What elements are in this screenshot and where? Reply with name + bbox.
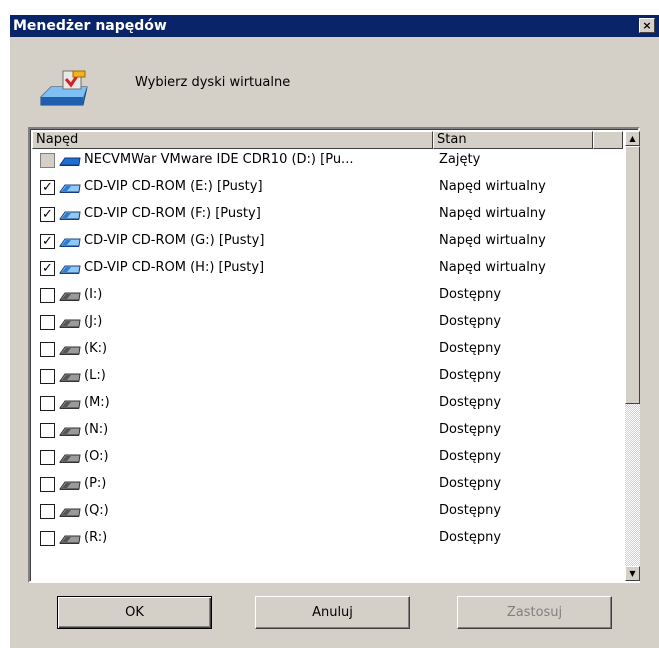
drive-checkbox[interactable] <box>40 369 55 384</box>
scroll-up-button[interactable]: ▲ <box>625 131 640 146</box>
drive-row[interactable]: (P:) Dostępny <box>32 473 624 500</box>
drive-checkbox[interactable]: ✓ <box>40 261 55 276</box>
drive-label: (L:) <box>84 368 106 383</box>
drive-manager-window: Menedżer napędów × Wybierz dyski wirtual… <box>10 15 659 648</box>
empty-drive-icon <box>59 535 81 544</box>
virtual-cd-drive-icon <box>59 265 81 274</box>
virtual-cd-drive-icon <box>59 238 81 247</box>
cancel-button[interactable]: Anuluj <box>255 596 410 629</box>
drive-state: Napęd wirtualny <box>439 206 546 221</box>
drive-row[interactable]: (L:) Dostępny <box>32 365 624 392</box>
close-button[interactable]: × <box>639 18 655 33</box>
drive-checkbox[interactable] <box>40 288 55 303</box>
ok-button[interactable]: OK <box>57 596 212 629</box>
column-header-filler <box>593 131 623 149</box>
virtual-drive-icon <box>40 70 88 106</box>
scroll-thumb[interactable] <box>625 146 640 404</box>
drive-row[interactable]: (I:) Dostępny <box>32 284 624 311</box>
drive-row[interactable]: NECVMWar VMware IDE CDR10 (D:) [Pu... Zaj… <box>32 149 624 176</box>
drive-label: (N:) <box>84 422 109 437</box>
empty-drive-icon <box>59 481 81 490</box>
drive-label: (O:) <box>84 449 109 464</box>
vertical-scrollbar[interactable]: ▲ ▼ <box>625 131 640 581</box>
empty-drive-icon <box>59 508 81 517</box>
drive-checkbox[interactable] <box>40 477 55 492</box>
drive-state: Dostępny <box>439 341 502 356</box>
drive-checkbox[interactable] <box>40 531 55 546</box>
window-title: Menedżer napędów <box>13 18 167 34</box>
drive-label: (K:) <box>84 341 108 356</box>
drive-row[interactable]: (Q:) Dostępny <box>32 500 624 527</box>
drive-label: CD-VIP CD-ROM (H:) [Pusty] <box>84 260 265 275</box>
drive-state: Dostępny <box>439 314 502 329</box>
drive-label: (M:) <box>84 395 110 410</box>
drive-label: (R:) <box>84 530 108 545</box>
drive-state: Dostępny <box>439 449 502 464</box>
empty-drive-icon <box>59 427 81 436</box>
drive-checkbox[interactable] <box>40 450 55 465</box>
drive-state: Napęd wirtualny <box>439 179 546 194</box>
drive-state: Dostępny <box>439 422 502 437</box>
drive-label: CD-VIP CD-ROM (E:) [Pusty] <box>84 179 263 194</box>
physical-cd-drive-icon <box>59 157 81 166</box>
drive-label: (I:) <box>84 287 103 302</box>
drive-row[interactable]: (O:) Dostępny <box>32 446 624 473</box>
virtual-cd-drive-icon <box>59 184 81 193</box>
column-header-drive[interactable]: Napęd <box>32 131 433 149</box>
title-bar[interactable]: Menedżer napędów × <box>10 15 659 37</box>
drive-checkbox[interactable]: ✓ <box>40 207 55 222</box>
drive-state: Dostępny <box>439 530 502 545</box>
drive-checkbox[interactable]: ✓ <box>40 180 55 195</box>
column-header-state[interactable]: Stan <box>433 131 593 149</box>
drive-label: (Q:) <box>84 503 109 518</box>
drive-checkbox[interactable] <box>40 315 55 330</box>
drive-row[interactable]: ✓ CD-VIP CD-ROM (F:) [Pusty] Napęd wirtual… <box>32 203 624 230</box>
apply-button[interactable]: Zastosuj <box>457 596 612 629</box>
empty-drive-icon <box>59 400 81 409</box>
drive-state: Napęd wirtualny <box>439 260 546 275</box>
drive-checkbox[interactable] <box>40 396 55 411</box>
drive-row[interactable]: ✓ CD-VIP CD-ROM (G:) [Pusty] Napęd wirtual… <box>32 230 624 257</box>
scroll-down-button[interactable]: ▼ <box>625 566 640 581</box>
empty-drive-icon <box>59 292 81 301</box>
drive-row[interactable]: (K:) Dostępny <box>32 338 624 365</box>
drive-state: Zajęty <box>439 152 481 167</box>
drive-state: Dostępny <box>439 287 502 302</box>
drive-row[interactable]: (N:) Dostępny <box>32 419 624 446</box>
drive-state: Napęd wirtualny <box>439 233 546 248</box>
virtual-cd-drive-icon <box>59 211 81 220</box>
drive-checkbox[interactable] <box>40 342 55 357</box>
drive-list[interactable]: Napęd Stan NECVMWar VMware IDE CDR10 (D:… <box>28 127 640 583</box>
drive-row[interactable]: ✓ CD-VIP CD-ROM (E:) [Pusty] Napęd wirtual… <box>32 176 624 203</box>
drive-checkbox[interactable] <box>40 504 55 519</box>
drive-row[interactable]: ✓ CD-VIP CD-ROM (H:) [Pusty] Napęd wirtual… <box>32 257 624 284</box>
drive-label: CD-VIP CD-ROM (G:) [Pusty] <box>84 233 265 248</box>
drive-checkbox[interactable]: ✓ <box>40 234 55 249</box>
drive-state: Dostępny <box>439 476 502 491</box>
empty-drive-icon <box>59 319 81 328</box>
drive-label: NECVMWar VMware IDE CDR10 (D:) [Pu... <box>84 152 354 167</box>
drive-row[interactable]: (J:) Dostępny <box>32 311 624 338</box>
empty-drive-icon <box>59 346 81 355</box>
drive-checkbox[interactable] <box>40 423 55 438</box>
drive-row[interactable]: (M:) Dostępny <box>32 392 624 419</box>
header-instruction: Wybierz dyski wirtualne <box>135 75 291 90</box>
drive-checkbox <box>40 153 55 168</box>
empty-drive-icon <box>59 454 81 463</box>
drive-label: (P:) <box>84 476 107 491</box>
drive-state: Dostępny <box>439 503 502 518</box>
drive-state: Dostępny <box>439 395 502 410</box>
empty-drive-icon <box>59 373 81 382</box>
drive-label: CD-VIP CD-ROM (F:) [Pusty] <box>84 206 261 221</box>
drive-state: Dostępny <box>439 368 502 383</box>
drive-row[interactable]: (R:) Dostępny <box>32 527 624 554</box>
drive-label: (J:) <box>84 314 103 329</box>
